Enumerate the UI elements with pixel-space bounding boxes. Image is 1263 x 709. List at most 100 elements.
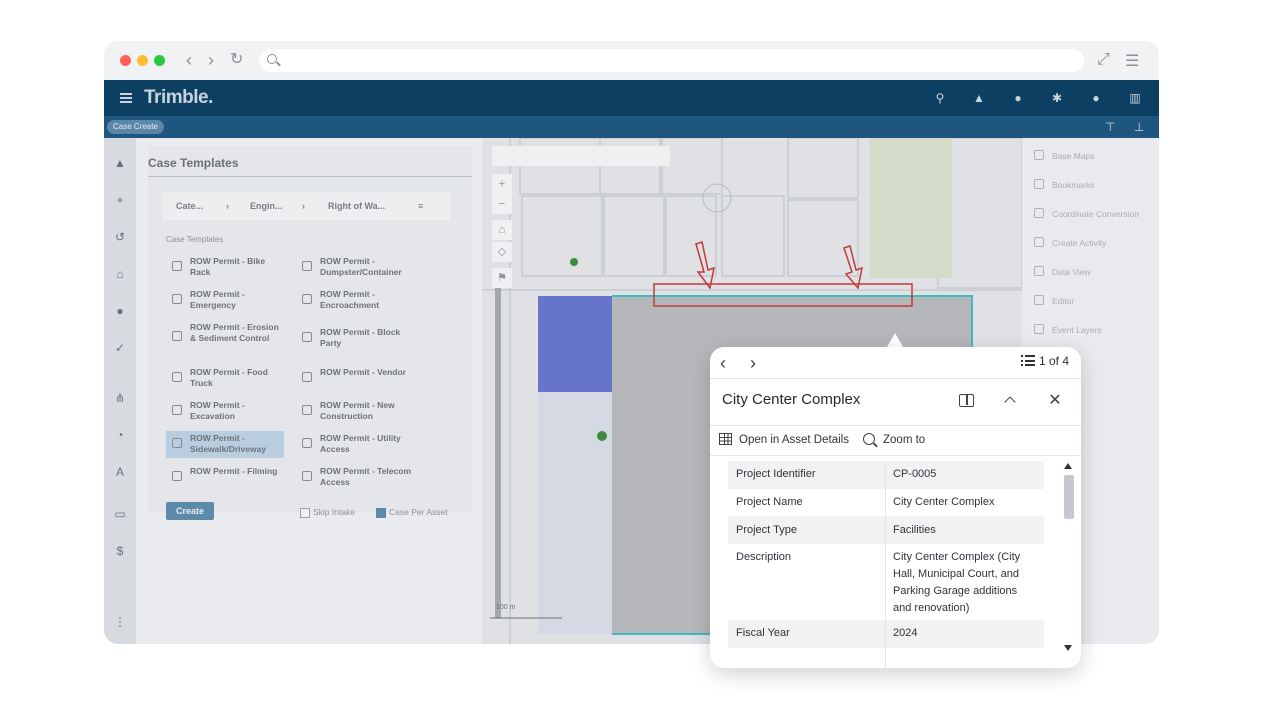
widget-editor[interactable]: Editor [1034, 295, 1074, 306]
template-item[interactable]: ROW Permit - Food Truck [166, 365, 284, 392]
open-asset-details-label: Open in Asset Details [739, 434, 849, 446]
scroll-thumb[interactable] [1064, 475, 1074, 519]
browser-menu-icon[interactable]: ☰ [1125, 51, 1139, 71]
fullscreen-icon[interactable]: ⤢ [1097, 51, 1110, 69]
breadcrumb-item[interactable]: Right of Wa... [328, 201, 385, 211]
template-item[interactable]: ROW Permit - Excavation [166, 398, 284, 425]
location-pin-icon[interactable]: ● [112, 303, 128, 319]
dock-split-icon[interactable] [958, 392, 976, 410]
map-icon[interactable]: ▥ [1128, 91, 1142, 105]
alerts-icon[interactable]: ▲ [112, 155, 128, 171]
calendar-icon [172, 294, 182, 304]
create-button[interactable]: Create [166, 502, 214, 520]
checkbox-checked[interactable] [376, 507, 386, 518]
search-icon[interactable]: ⚲ [933, 91, 947, 105]
gauge-icon[interactable]: ◔ [112, 427, 128, 443]
attribute-value: City Center Complex (City Hall, Municipa… [893, 551, 1021, 614]
close-window-icon[interactable] [120, 55, 131, 66]
previous-feature-icon[interactable]: ‹ [720, 353, 726, 373]
calendar-icon [172, 331, 182, 341]
section-label: Case Templates [166, 235, 224, 244]
history-icon[interactable]: ↺ [112, 229, 128, 245]
home-extent-icon[interactable]: ⌂ [492, 220, 512, 240]
template-item[interactable]: ROW Permit - Filming [166, 464, 284, 491]
forward-arrow-icon[interactable]: › [208, 50, 214, 70]
widget-event-layers[interactable]: Event Layers [1034, 324, 1102, 335]
expand-panel-icon[interactable]: ⊥ [1134, 120, 1144, 134]
popup-card: ‹ › 1 of 4 City Center Complex ✕ Open in… [710, 347, 1081, 668]
feature-count[interactable]: 1 of 4 [1020, 354, 1069, 368]
close-icon[interactable]: ✕ [1046, 392, 1064, 410]
template-item[interactable]: ROW Permit - Bike Rack [166, 254, 284, 281]
create-button-label: Create [166, 502, 214, 520]
calendar-icon [302, 405, 312, 415]
template-item[interactable]: ROW Permit - Block Party [296, 325, 414, 352]
template-item[interactable]: ROW Permit - Utility Access [296, 431, 414, 458]
widget-base-maps[interactable]: Base Maps [1034, 150, 1095, 161]
back-arrow-icon[interactable]: ‹ [186, 50, 192, 70]
app-header: Trimble. ⚲ ▲ ● ✱ ● ▥ [104, 80, 1159, 116]
case-per-asset-checkbox[interactable]: Case Per Asset [376, 507, 448, 518]
help-icon[interactable]: ● [1011, 91, 1025, 105]
locate-icon[interactable]: ◇ [492, 242, 512, 262]
table-scrollbar[interactable] [1061, 459, 1075, 655]
notifications-bell-icon[interactable]: ▲ [972, 91, 986, 105]
pin-panel-icon[interactable]: ⊤ [1105, 120, 1115, 134]
panel-title-underline [148, 176, 472, 177]
breadcrumb-item[interactable]: Engin... [250, 201, 283, 211]
map-drawing-toolbar[interactable] [492, 146, 670, 166]
abc-icon[interactable]: A [112, 464, 128, 480]
template-item[interactable]: ROW Permit - Encroachment [296, 287, 414, 314]
template-item[interactable]: ROW Permit - Erosion & Sediment Control [166, 320, 284, 356]
calendar-icon [172, 372, 182, 382]
table-column-divider [885, 461, 886, 668]
template-item[interactable]: ROW Permit - New Construction [296, 398, 414, 425]
scroll-down-icon[interactable] [1064, 645, 1072, 651]
case-create-tab[interactable]: Case Create [107, 120, 164, 134]
template-item[interactable]: ROW Permit - Vendor [296, 365, 414, 392]
template-item[interactable]: ROW Permit - Emergency [166, 287, 284, 314]
home-icon[interactable]: ⌂ [112, 266, 128, 282]
more-vertical-icon[interactable]: ⋮ [112, 614, 128, 630]
scroll-up-icon[interactable] [1064, 463, 1072, 469]
reload-icon[interactable]: ↻ [230, 50, 243, 70]
widget-data-view[interactable]: Data View [1034, 266, 1091, 277]
table-icon [719, 433, 732, 445]
skip-intake-checkbox[interactable]: Skip Intake [300, 507, 355, 518]
dollar-icon[interactable]: $ [112, 543, 128, 559]
template-item[interactable]: ROW Permit - Dumpster/Container [296, 254, 414, 281]
attribute-value: 2024 [893, 627, 918, 639]
menu-icon[interactable] [120, 93, 132, 103]
breadcrumb-item[interactable]: Cate... [176, 201, 203, 211]
widget-bookmarks[interactable]: Bookmarks [1034, 179, 1095, 190]
brand-logo: Trimble. [144, 87, 213, 108]
calendar-icon [302, 261, 312, 271]
next-feature-icon[interactable]: › [750, 353, 756, 373]
add-icon[interactable]: + [112, 192, 128, 208]
workflow-icon[interactable]: ⋔ [112, 390, 128, 406]
calendar-icon [302, 332, 312, 342]
minimize-window-icon[interactable] [137, 55, 148, 66]
address-bar[interactable] [259, 49, 1084, 72]
collapse-button[interactable] [1002, 392, 1020, 410]
chevron-right-icon: › [226, 201, 229, 211]
card-icon[interactable]: ▭ [112, 506, 128, 522]
user-profile-icon[interactable]: ● [1089, 91, 1103, 105]
template-item-selected[interactable]: ROW Permit - Sidewalk/Driveway [166, 431, 284, 458]
filter-icon[interactable]: ≡ [418, 201, 423, 211]
zoom-to-button[interactable]: Zoom to [863, 433, 925, 446]
maximize-window-icon[interactable] [154, 55, 165, 66]
widget-coordinate-conversion[interactable]: Coordinate Conversion [1034, 208, 1139, 219]
attribute-value: City Center Complex [893, 496, 995, 508]
zoom-out-button[interactable]: − [492, 194, 512, 214]
template-item[interactable]: ROW Permit - Telecom Access [296, 464, 414, 491]
left-nav-rail: ▲ + ↺ ⌂ ● ✓ ⋔ ◔ A ▭ $ ⋮ [104, 138, 136, 644]
check-circle-icon[interactable]: ✓ [112, 340, 128, 356]
flag-icon[interactable]: ⚑ [492, 268, 512, 288]
calendar-icon [302, 372, 312, 382]
widget-create-activity[interactable]: Create Activity [1034, 237, 1106, 248]
settings-gear-icon[interactable]: ✱ [1050, 91, 1064, 105]
open-asset-details-button[interactable]: Open in Asset Details [719, 433, 849, 446]
checkbox-unchecked[interactable] [300, 507, 310, 518]
zoom-in-button[interactable]: + [492, 174, 512, 194]
